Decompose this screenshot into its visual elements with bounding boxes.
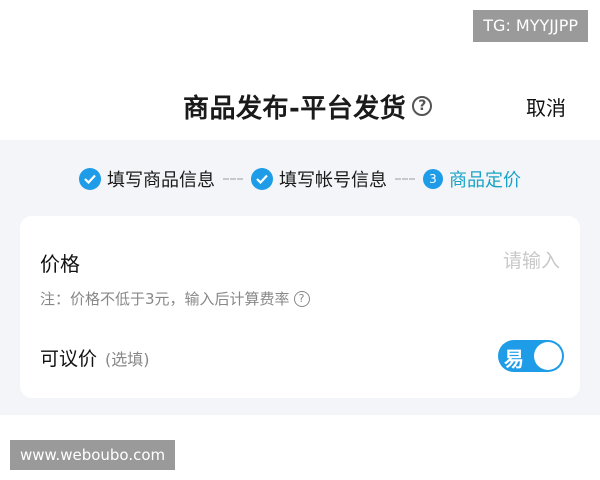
negotiable-label: 可议价 — [40, 348, 98, 370]
toggle-knob — [534, 342, 562, 370]
step-1: 填写商品信息 — [79, 166, 215, 192]
optional-hint: (选填) — [105, 350, 150, 369]
pricing-card: 价格 注：价格不低于3元，输入后计算费率 ? 可议价 (选填) 易 — [20, 216, 580, 398]
title-wrap: 商品发布-平台发货 ? — [183, 88, 433, 124]
negotiable-toggle[interactable]: 易 — [498, 340, 564, 372]
check-circle-icon — [251, 168, 273, 190]
watermark-top: TG: MYYJJPP — [473, 10, 588, 42]
question-circle-icon[interactable]: ? — [293, 290, 310, 307]
negotiable-row: 可议价 (选填) — [40, 344, 150, 371]
page-title: 商品发布-平台发货 — [183, 93, 407, 124]
step-divider — [395, 178, 415, 180]
price-label: 价格 — [40, 252, 80, 276]
step-1-label: 填写商品信息 — [107, 170, 215, 191]
cancel-button[interactable]: 取消 — [526, 92, 566, 121]
watermark-bottom: www.weboubo.com — [10, 440, 176, 470]
step-3-number: 3 — [423, 169, 443, 189]
toggle-text: 易 — [504, 347, 524, 371]
header: 商品发布-平台发货 ? 取消 — [0, 70, 600, 140]
step-3: 3 商品定价 — [423, 166, 521, 192]
step-2: 填写帐号信息 — [251, 166, 387, 192]
check-circle-icon — [79, 168, 101, 190]
price-note: 注：价格不低于3元，输入后计算费率 ? — [40, 288, 310, 309]
progress-steps: 填写商品信息 填写帐号信息 3 商品定价 — [0, 164, 600, 194]
step-2-label: 填写帐号信息 — [279, 170, 387, 191]
price-note-text: 注：价格不低于3元，输入后计算费率 — [40, 290, 290, 308]
main-content: 填写商品信息 填写帐号信息 3 商品定价 价格 注：价格不低于3元，输入后计算费… — [0, 140, 600, 415]
step-3-label: 商品定价 — [449, 170, 521, 191]
price-input[interactable] — [398, 246, 562, 276]
question-circle-icon[interactable]: ? — [412, 96, 433, 116]
step-divider — [223, 178, 243, 180]
